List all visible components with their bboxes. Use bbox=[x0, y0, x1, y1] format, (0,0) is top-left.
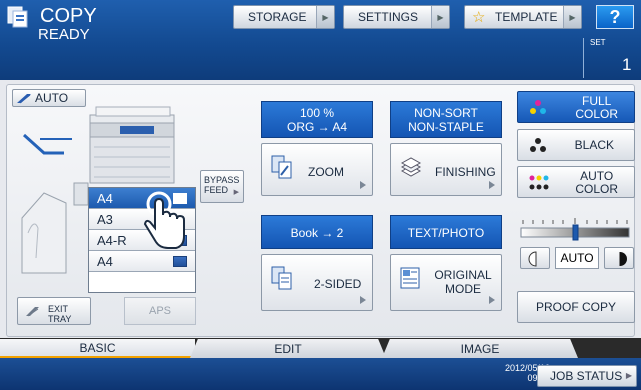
chevron-right-icon: ▶ bbox=[563, 6, 581, 28]
auto-color-button[interactable]: AUTO COLOR bbox=[517, 166, 635, 198]
bypass-label-line1: BYPASS bbox=[204, 175, 240, 185]
density-darker-button[interactable] bbox=[604, 247, 634, 269]
original-mode-icon bbox=[400, 266, 422, 290]
finishing-sort: NON-SORT bbox=[414, 106, 478, 120]
corner-arrow-icon bbox=[360, 296, 366, 304]
storage-label: STORAGE bbox=[248, 10, 307, 24]
corner-arrow-icon bbox=[489, 181, 495, 189]
template-label: TEMPLATE bbox=[495, 10, 558, 24]
exit-tray-line2: TRAY bbox=[48, 314, 72, 324]
template-button[interactable]: ☆ TEMPLATE ▶ bbox=[464, 5, 582, 29]
black-icon bbox=[528, 137, 548, 155]
aps-button[interactable]: APS bbox=[124, 297, 196, 325]
black-button[interactable]: BLACK bbox=[517, 129, 635, 161]
chevron-right-icon: ▶ bbox=[431, 6, 449, 28]
half-circle-dark-icon bbox=[619, 252, 627, 266]
black-label: BLACK bbox=[574, 138, 614, 152]
finishing-status: NON-SORT NON-STAPLE bbox=[390, 101, 502, 138]
full-color-button[interactable]: FULL COLOR bbox=[517, 91, 635, 123]
auto-color-icon bbox=[528, 174, 549, 192]
set-label: SET bbox=[590, 38, 606, 47]
zoom-button[interactable]: ZOOM bbox=[261, 143, 373, 196]
zoom-icon bbox=[271, 155, 293, 179]
star-icon: ☆ bbox=[472, 9, 486, 26]
status-text: READY bbox=[38, 26, 90, 43]
two-sided-button[interactable]: 2-SIDED bbox=[261, 254, 373, 311]
set-count: 1 bbox=[622, 55, 632, 74]
half-circle-light-icon bbox=[528, 251, 537, 267]
zoom-status: 100 % ORG → A4 bbox=[261, 101, 373, 138]
auto-color-line2: COLOR bbox=[575, 182, 618, 196]
corner-arrow-icon bbox=[360, 181, 366, 189]
finishing-icon bbox=[400, 155, 422, 179]
original-mode-button[interactable]: ORIGINAL MODE bbox=[390, 254, 502, 311]
tray-item[interactable]: A4 bbox=[89, 251, 195, 272]
zoom-label: ZOOM bbox=[308, 165, 344, 179]
chevron-right-icon: ▶ bbox=[316, 6, 334, 28]
density-auto-button[interactable]: AUTO bbox=[555, 247, 599, 269]
full-color-line2: COLOR bbox=[575, 107, 618, 121]
finishing-staple: NON-STAPLE bbox=[408, 120, 484, 134]
finishing-button[interactable]: FINISHING bbox=[390, 143, 502, 196]
bypass-feed-button[interactable]: BYPASS FEED ▶ bbox=[200, 170, 244, 203]
tab-basic[interactable]: BASIC bbox=[0, 339, 195, 359]
tab-image[interactable]: IMAGE bbox=[382, 339, 578, 358]
duplex-icon bbox=[271, 266, 293, 290]
exit-tray-icon bbox=[26, 307, 40, 317]
tray-label: A3 bbox=[97, 212, 113, 227]
exit-tray-line1: EXIT bbox=[48, 304, 69, 314]
zoom-size: ORG → A4 bbox=[286, 120, 348, 134]
tray-icon bbox=[173, 256, 187, 267]
tab-edit[interactable]: EDIT bbox=[190, 339, 386, 358]
copy-icon bbox=[6, 4, 30, 28]
chevron-right-icon: ▶ bbox=[625, 371, 632, 380]
job-status-button[interactable]: JOB STATUS ▶ bbox=[537, 365, 637, 387]
tray-label: A4-R bbox=[97, 233, 127, 248]
original-mode-label: ORIGINAL MODE bbox=[431, 268, 495, 296]
settings-button[interactable]: SETTINGS ▶ bbox=[343, 5, 450, 29]
finishing-label: FINISHING bbox=[435, 165, 496, 179]
hand-pointer-icon bbox=[142, 190, 188, 252]
density-lighter-button[interactable] bbox=[520, 247, 550, 269]
proof-copy-button[interactable]: PROOF COPY bbox=[517, 291, 635, 323]
tray-label: A4 bbox=[97, 254, 113, 269]
chevron-right-icon: ▶ bbox=[233, 189, 239, 196]
help-button[interactable]: ? bbox=[596, 5, 634, 29]
zoom-ratio: 100 % bbox=[299, 106, 335, 120]
exit-tray-button[interactable]: EXIT TRAY bbox=[17, 297, 91, 325]
page-title: COPY bbox=[40, 5, 97, 27]
settings-label: SETTINGS bbox=[358, 10, 419, 24]
original-mode-line1: ORIGINAL bbox=[434, 268, 492, 282]
corner-arrow-icon bbox=[489, 296, 495, 304]
original-mode-status: TEXT/PHOTO bbox=[390, 215, 502, 249]
storage-button[interactable]: STORAGE ▶ bbox=[233, 5, 335, 29]
full-color-label: FULL COLOR bbox=[575, 95, 618, 121]
tray-label: A4 bbox=[97, 191, 113, 206]
duplex-status: Book → 2 bbox=[261, 215, 373, 249]
auto-color-label: AUTO COLOR bbox=[575, 170, 618, 196]
density-slider[interactable] bbox=[519, 216, 631, 242]
job-status-label: JOB STATUS bbox=[550, 369, 623, 383]
two-sided-label: 2-SIDED bbox=[314, 277, 362, 291]
full-color-icon bbox=[528, 99, 548, 117]
original-mode-line2: MODE bbox=[445, 282, 481, 296]
